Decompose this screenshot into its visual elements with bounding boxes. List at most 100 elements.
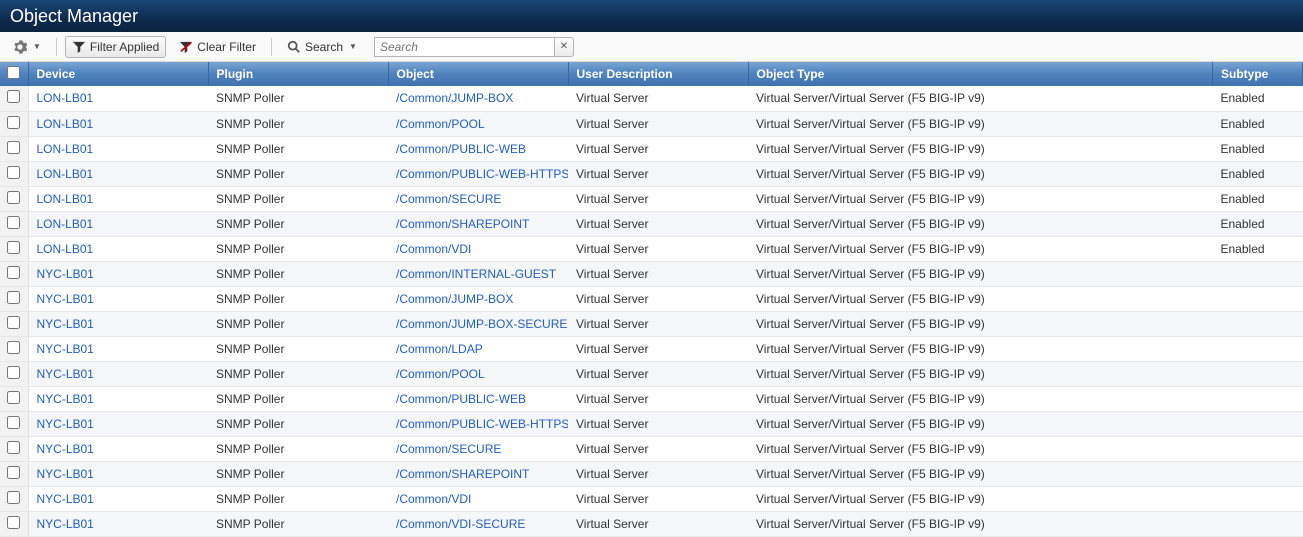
device-link[interactable]: NYC-LB01 [37, 367, 94, 381]
device-link[interactable]: NYC-LB01 [37, 467, 94, 481]
row-checkbox[interactable] [7, 191, 20, 204]
cell-plugin: SNMP Poller [208, 286, 388, 311]
row-checkbox[interactable] [7, 90, 20, 103]
device-link[interactable]: NYC-LB01 [37, 442, 94, 456]
device-link[interactable]: LON-LB01 [37, 117, 94, 131]
row-checkbox[interactable] [7, 391, 20, 404]
table-row[interactable]: NYC-LB01 SNMP Poller /Common/SECURE Virt… [0, 436, 1303, 461]
row-checkbox[interactable] [7, 241, 20, 254]
device-link[interactable]: NYC-LB01 [37, 392, 94, 406]
object-link[interactable]: /Common/JUMP-BOX [396, 292, 513, 306]
object-link[interactable]: /Common/SHAREPOINT [396, 217, 529, 231]
object-link[interactable]: /Common/VDI [396, 492, 471, 506]
device-link[interactable]: NYC-LB01 [37, 492, 94, 506]
object-link[interactable]: /Common/SHAREPOINT [396, 467, 529, 481]
clear-filter-icon [179, 41, 193, 53]
table-row[interactable]: NYC-LB01 SNMP Poller /Common/JUMP-BOX Vi… [0, 286, 1303, 311]
device-link[interactable]: LON-LB01 [37, 242, 94, 256]
device-link[interactable]: LON-LB01 [37, 217, 94, 231]
row-checkbox[interactable] [7, 466, 20, 479]
table-row[interactable]: LON-LB01 SNMP Poller /Common/PUBLIC-WEB … [0, 136, 1303, 161]
table-row[interactable]: LON-LB01 SNMP Poller /Common/VDI Virtual… [0, 236, 1303, 261]
search-menu-button[interactable]: Search ▼ [280, 36, 364, 58]
object-link[interactable]: /Common/PUBLIC-WEB-HTTPS [396, 417, 568, 431]
device-link[interactable]: NYC-LB01 [37, 292, 94, 306]
table-row[interactable]: LON-LB01 SNMP Poller /Common/JUMP-BOX Vi… [0, 86, 1303, 111]
row-checkbox[interactable] [7, 366, 20, 379]
cell-user-description: Virtual Server [568, 511, 748, 536]
device-link[interactable]: LON-LB01 [37, 192, 94, 206]
cell-user-description: Virtual Server [568, 236, 748, 261]
cell-object-type: Virtual Server/Virtual Server (F5 BIG-IP… [748, 436, 1213, 461]
table-row[interactable]: LON-LB01 SNMP Poller /Common/POOL Virtua… [0, 111, 1303, 136]
row-checkbox[interactable] [7, 266, 20, 279]
row-checkbox[interactable] [7, 416, 20, 429]
settings-menu-button[interactable]: ▼ [6, 36, 48, 58]
table-row[interactable]: NYC-LB01 SNMP Poller /Common/INTERNAL-GU… [0, 261, 1303, 286]
column-header-plugin[interactable]: Plugin [208, 62, 388, 86]
cell-plugin: SNMP Poller [208, 86, 388, 111]
table-row[interactable]: LON-LB01 SNMP Poller /Common/SECURE Virt… [0, 186, 1303, 211]
cell-object: /Common/SHAREPOINT [388, 461, 568, 486]
object-link[interactable]: /Common/JUMP-BOX-SECURE [396, 317, 567, 331]
row-checkbox[interactable] [7, 291, 20, 304]
row-checkbox[interactable] [7, 116, 20, 129]
column-header-subtype[interactable]: Subtype [1213, 62, 1303, 86]
table-row[interactable]: NYC-LB01 SNMP Poller /Common/VDI Virtual… [0, 486, 1303, 511]
row-checkbox[interactable] [7, 341, 20, 354]
column-header-object-type[interactable]: Object Type [748, 62, 1213, 86]
filter-applied-button[interactable]: Filter Applied [65, 36, 166, 58]
object-link[interactable]: /Common/VDI-SECURE [396, 517, 525, 531]
device-link[interactable]: LON-LB01 [37, 142, 94, 156]
device-link[interactable]: LON-LB01 [37, 167, 94, 181]
object-link[interactable]: /Common/PUBLIC-WEB [396, 142, 526, 156]
row-checkbox[interactable] [7, 141, 20, 154]
object-link[interactable]: /Common/VDI [396, 242, 471, 256]
cell-device: LON-LB01 [28, 211, 208, 236]
clear-filter-button[interactable]: Clear Filter [172, 36, 263, 58]
object-link[interactable]: /Common/SECURE [396, 442, 501, 456]
object-link[interactable]: /Common/POOL [396, 367, 485, 381]
row-checkbox[interactable] [7, 166, 20, 179]
column-header-checkbox[interactable] [0, 62, 28, 86]
table-row[interactable]: NYC-LB01 SNMP Poller /Common/JUMP-BOX-SE… [0, 311, 1303, 336]
table-row[interactable]: LON-LB01 SNMP Poller /Common/PUBLIC-WEB-… [0, 161, 1303, 186]
device-link[interactable]: LON-LB01 [37, 91, 94, 105]
object-link[interactable]: /Common/POOL [396, 117, 485, 131]
table-row[interactable]: NYC-LB01 SNMP Poller /Common/PUBLIC-WEB … [0, 386, 1303, 411]
row-checkbox[interactable] [7, 216, 20, 229]
table-row[interactable]: NYC-LB01 SNMP Poller /Common/VDI-SECURE … [0, 511, 1303, 536]
device-link[interactable]: NYC-LB01 [37, 342, 94, 356]
object-link[interactable]: /Common/PUBLIC-WEB [396, 392, 526, 406]
cell-object: /Common/LDAP [388, 336, 568, 361]
object-link[interactable]: /Common/SECURE [396, 192, 501, 206]
row-checkbox[interactable] [7, 441, 20, 454]
object-link[interactable]: /Common/LDAP [396, 342, 483, 356]
row-checkbox[interactable] [7, 491, 20, 504]
cell-object: /Common/SECURE [388, 186, 568, 211]
column-header-user-description[interactable]: User Description [568, 62, 748, 86]
row-checkbox[interactable] [7, 316, 20, 329]
device-link[interactable]: NYC-LB01 [37, 517, 94, 531]
table-row[interactable]: NYC-LB01 SNMP Poller /Common/POOL Virtua… [0, 361, 1303, 386]
object-link[interactable]: /Common/PUBLIC-WEB-HTTPS [396, 167, 568, 181]
cell-object-type: Virtual Server/Virtual Server (F5 BIG-IP… [748, 386, 1213, 411]
cell-user-description: Virtual Server [568, 111, 748, 136]
column-header-object[interactable]: Object [388, 62, 568, 86]
object-link[interactable]: /Common/JUMP-BOX [396, 91, 513, 105]
search-clear-button[interactable]: ✕ [554, 37, 574, 57]
cell-subtype [1213, 261, 1303, 286]
search-input[interactable] [374, 37, 554, 57]
device-link[interactable]: NYC-LB01 [37, 417, 94, 431]
table-row[interactable]: NYC-LB01 SNMP Poller /Common/SHAREPOINT … [0, 461, 1303, 486]
row-checkbox[interactable] [7, 516, 20, 529]
row-checkbox-cell [0, 361, 28, 386]
table-row[interactable]: NYC-LB01 SNMP Poller /Common/LDAP Virtua… [0, 336, 1303, 361]
device-link[interactable]: NYC-LB01 [37, 267, 94, 281]
column-header-device[interactable]: Device [28, 62, 208, 86]
object-link[interactable]: /Common/INTERNAL-GUEST [396, 267, 556, 281]
table-row[interactable]: NYC-LB01 SNMP Poller /Common/PUBLIC-WEB-… [0, 411, 1303, 436]
device-link[interactable]: NYC-LB01 [37, 317, 94, 331]
select-all-checkbox[interactable] [7, 66, 20, 79]
table-row[interactable]: LON-LB01 SNMP Poller /Common/SHAREPOINT … [0, 211, 1303, 236]
